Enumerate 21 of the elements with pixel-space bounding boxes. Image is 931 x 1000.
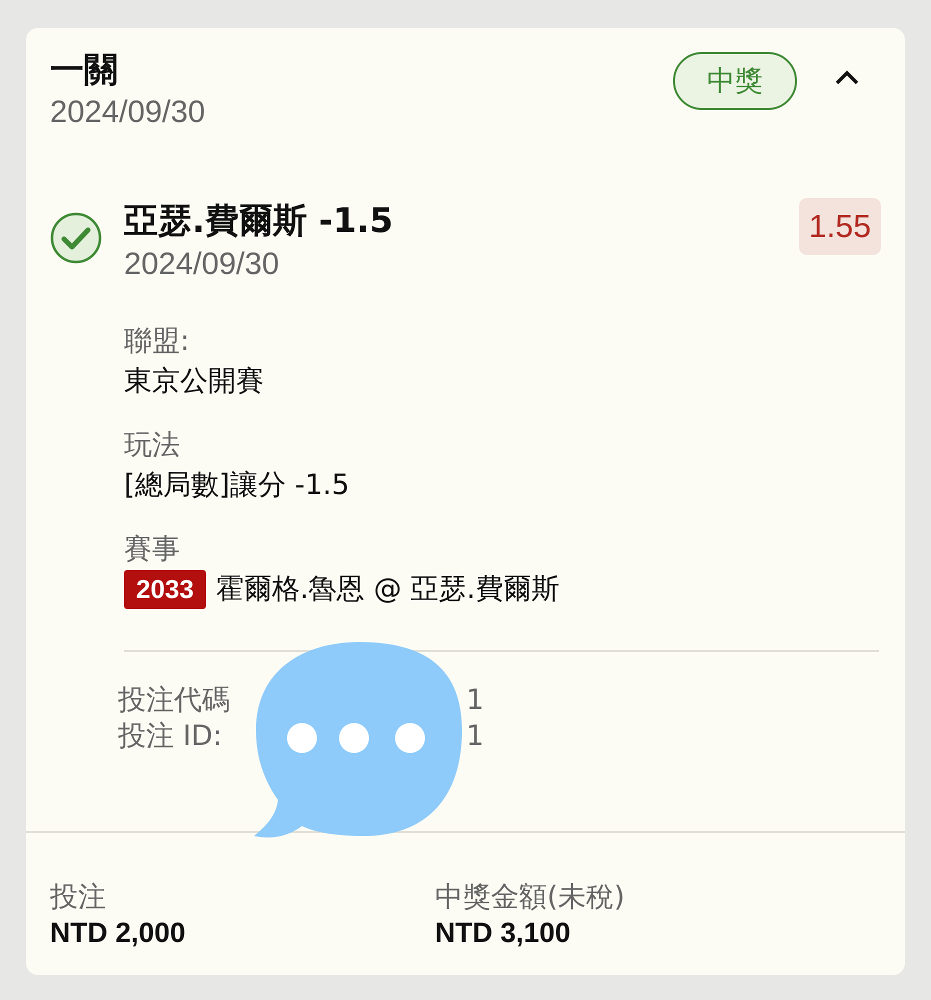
selection-name: 亞瑟.費爾斯 -1.5: [124, 200, 394, 243]
code-value: 1: [466, 718, 484, 754]
bet-type-title: 一關: [50, 49, 119, 92]
detail-label: 聯盟:: [124, 323, 190, 359]
status-badge: 中獎: [673, 52, 797, 110]
code-label: 投注 ID:: [118, 718, 222, 754]
detail-value: 霍爾格.魯恩 @ 亞瑟.費爾斯: [216, 571, 560, 607]
selection-date: 2024/09/30: [124, 245, 280, 283]
code-value: 1: [466, 682, 484, 718]
amount-value: NTD 3,100: [435, 916, 572, 950]
amount-label: 投注: [50, 879, 107, 915]
bet-date: 2024/09/30: [50, 93, 206, 131]
detail-value: [總局數]讓分 -1.5: [124, 467, 350, 503]
event-code-badge: 2033: [124, 570, 206, 608]
code-label: 投注代碼: [118, 682, 230, 718]
detail-value: 東京公開賽: [124, 363, 265, 399]
amount-value: NTD 2,000: [50, 916, 186, 950]
amount-label: 中獎金額(未稅): [435, 879, 626, 915]
detail-label: 玩法: [124, 427, 181, 463]
odds-badge: 1.55: [798, 198, 881, 255]
detail-label: 賽事: [124, 531, 181, 567]
